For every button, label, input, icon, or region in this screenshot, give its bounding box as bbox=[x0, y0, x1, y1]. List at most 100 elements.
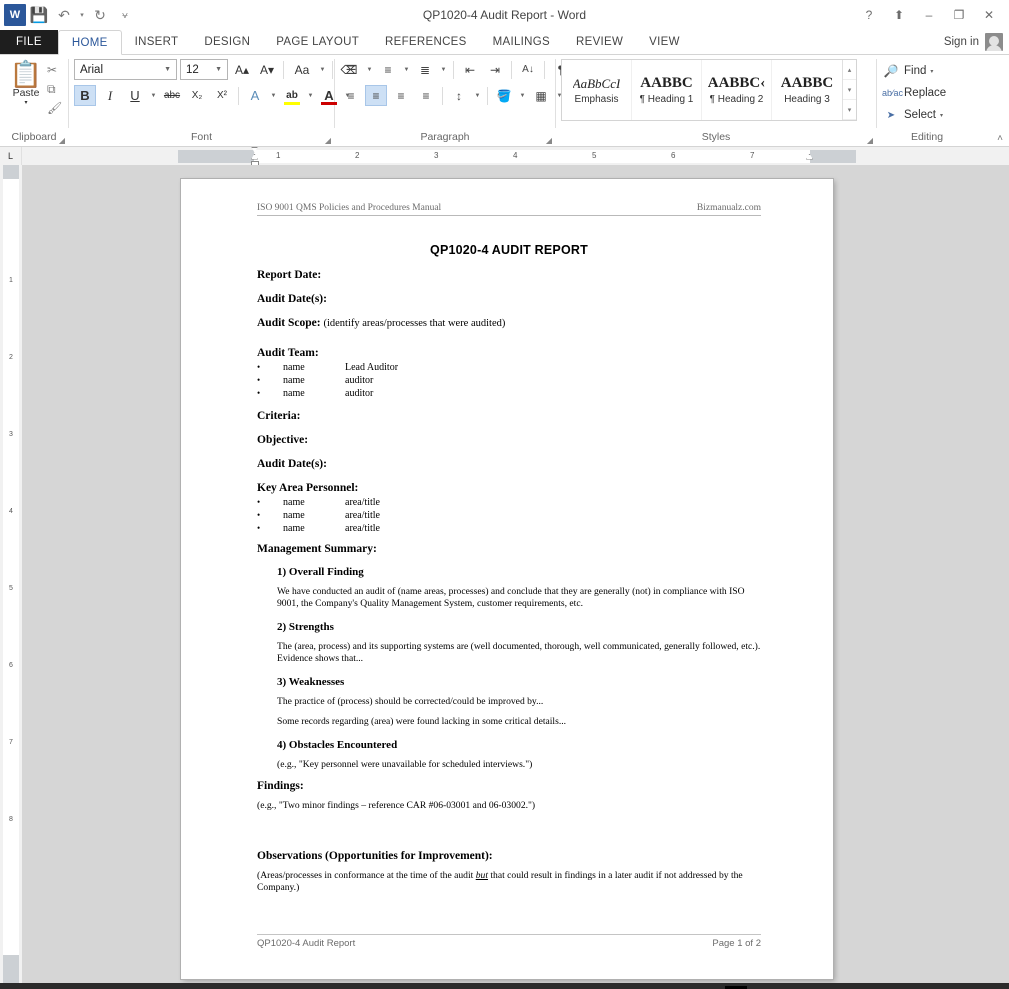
document-body[interactable]: ISO 9001 QMS Policies and Procedures Man… bbox=[181, 179, 833, 894]
font-name-input[interactable]: Arial ▼ bbox=[74, 59, 177, 80]
style-preview: AABBC bbox=[640, 75, 693, 91]
underline-button[interactable]: U bbox=[124, 85, 146, 106]
chevron-down-icon[interactable]: ▼ bbox=[212, 66, 225, 73]
field-label: Audit Scope: bbox=[257, 317, 321, 329]
scroll-down-icon[interactable]: ▾ bbox=[843, 80, 856, 100]
multilevel-list-icon[interactable]: ≣ bbox=[414, 59, 436, 80]
customize-qat-icon[interactable]: ⩝ bbox=[113, 3, 137, 27]
footer-right-text: Page 1 of 2 bbox=[712, 938, 761, 949]
format-painter-icon[interactable]: 🖌 bbox=[47, 101, 62, 117]
tab-insert[interactable]: INSERT bbox=[122, 30, 192, 54]
find-button[interactable]: 🔎 Find ▾ bbox=[882, 60, 934, 82]
ruler-tick: 2 bbox=[355, 150, 360, 160]
tab-view[interactable]: VIEW bbox=[636, 30, 693, 54]
styles-more-icon[interactable]: ▾ bbox=[843, 100, 856, 120]
divider bbox=[283, 60, 284, 79]
signin-area[interactable]: Sign in bbox=[944, 30, 1009, 54]
tab-stop-selector[interactable]: L bbox=[0, 147, 22, 165]
borders-icon[interactable]: ▦ bbox=[530, 85, 552, 106]
close-icon[interactable]: ✕ bbox=[975, 4, 1003, 26]
avatar[interactable] bbox=[985, 33, 1003, 51]
vertical-ruler[interactable]: 1 2 3 4 5 6 7 8 bbox=[0, 165, 22, 983]
tab-mailings[interactable]: MAILINGS bbox=[480, 30, 563, 54]
tab-references[interactable]: REFERENCES bbox=[372, 30, 480, 54]
horizontal-ruler[interactable]: 1 2 3 4 5 6 7 bbox=[178, 146, 856, 166]
document-page[interactable]: ISO 9001 QMS Policies and Procedures Man… bbox=[181, 179, 833, 979]
numbering-icon[interactable]: ≡ bbox=[377, 59, 399, 80]
line-spacing-icon[interactable]: ↕ bbox=[448, 85, 470, 106]
select-button[interactable]: ➤ Select ▾ bbox=[882, 104, 943, 126]
document-header: ISO 9001 QMS Policies and Procedures Man… bbox=[257, 203, 761, 216]
field-observations: Observations (Opportunities for Improvem… bbox=[257, 850, 493, 862]
undo-dropdown-icon[interactable]: ▾ bbox=[77, 3, 87, 27]
chevron-down-icon[interactable]: ▼ bbox=[306, 93, 315, 99]
font-size-input[interactable]: 12 ▼ bbox=[180, 59, 228, 80]
redo-icon[interactable]: ↻ bbox=[88, 3, 112, 27]
chevron-down-icon[interactable]: ▼ bbox=[149, 93, 158, 99]
restore-icon[interactable]: ❐ bbox=[945, 4, 973, 26]
person-name: name bbox=[283, 510, 305, 521]
chevron-down-icon[interactable]: ▼ bbox=[402, 67, 411, 73]
chevron-down-icon[interactable]: ▼ bbox=[365, 67, 374, 73]
highlight-color-icon[interactable]: ab bbox=[281, 85, 303, 106]
shading-icon[interactable]: 🪣 bbox=[493, 85, 515, 106]
tab-review[interactable]: REVIEW bbox=[563, 30, 636, 54]
collapse-ribbon-icon[interactable]: ˄ bbox=[997, 133, 1003, 144]
styles-gallery[interactable]: AaBbCcI Emphasis AABBC ¶ Heading 1 AABBC… bbox=[561, 59, 857, 121]
chevron-down-icon[interactable]: ▾ bbox=[930, 68, 933, 75]
style-item-heading-1[interactable]: AABBC ¶ Heading 1 bbox=[632, 60, 702, 120]
tab-home[interactable]: HOME bbox=[57, 30, 122, 55]
grow-font-icon[interactable]: A▴ bbox=[231, 59, 253, 80]
chevron-down-icon[interactable]: ▼ bbox=[473, 93, 482, 99]
subscript-button[interactable]: X₂ bbox=[186, 85, 208, 106]
align-right-icon[interactable]: ≡ bbox=[390, 85, 412, 106]
chevron-down-icon[interactable]: ▼ bbox=[269, 93, 278, 99]
style-item-heading-2[interactable]: AABBC‹ ¶ Heading 2 bbox=[702, 60, 772, 120]
chevron-down-icon[interactable]: ▾ bbox=[940, 112, 943, 119]
copy-icon[interactable]: ⧉ bbox=[47, 82, 62, 98]
paragraph-dialog-launcher-icon[interactable]: ◢ bbox=[546, 136, 552, 145]
align-center-icon[interactable]: ≡ bbox=[365, 85, 387, 106]
strikethrough-button[interactable]: abc bbox=[161, 85, 183, 106]
ribbon-display-options-icon[interactable]: ⬆ bbox=[885, 4, 913, 26]
chevron-down-icon[interactable]: ▼ bbox=[518, 93, 527, 99]
superscript-button[interactable]: X² bbox=[211, 85, 233, 106]
increase-indent-icon[interactable]: ⇥ bbox=[484, 59, 506, 80]
bold-button[interactable]: B bbox=[74, 85, 96, 106]
change-case-icon[interactable]: Aa bbox=[289, 59, 315, 80]
sort-icon[interactable]: A↓ bbox=[517, 59, 539, 80]
word-logo-icon[interactable]: W bbox=[4, 4, 26, 26]
tab-design[interactable]: DESIGN bbox=[191, 30, 263, 54]
text-effects-icon[interactable]: A bbox=[244, 85, 266, 106]
undo-icon[interactable]: ↶ bbox=[52, 3, 76, 27]
replace-button[interactable]: ab⁄ac Replace bbox=[882, 82, 946, 104]
chevron-down-icon[interactable]: ▼ bbox=[439, 67, 448, 73]
save-icon[interactable]: 💾 bbox=[27, 3, 51, 27]
paste-caret-icon[interactable]: ▾ bbox=[24, 99, 27, 106]
styles-dialog-launcher-icon[interactable]: ◢ bbox=[867, 136, 873, 145]
tab-file[interactable]: FILE bbox=[0, 30, 58, 54]
minimize-icon[interactable]: – bbox=[915, 4, 943, 26]
chevron-down-icon[interactable]: ▼ bbox=[161, 66, 174, 73]
style-item-heading-3[interactable]: AABBC Heading 3 bbox=[772, 60, 842, 120]
styles-gallery-scrollbar[interactable]: ▴ ▾ ▾ bbox=[842, 60, 856, 120]
style-item-emphasis[interactable]: AaBbCcI Emphasis bbox=[562, 60, 632, 120]
align-left-icon[interactable]: ≡ bbox=[340, 85, 362, 106]
paste-button[interactable]: 📋 Paste ▾ bbox=[5, 59, 47, 106]
summary-heading-4: 4) Obstacles Encountered bbox=[277, 739, 398, 751]
italic-button[interactable]: I bbox=[99, 85, 121, 106]
clipboard-dialog-launcher-icon[interactable]: ◢ bbox=[59, 136, 65, 145]
chevron-down-icon[interactable]: ▼ bbox=[318, 67, 327, 73]
tab-page-layout[interactable]: PAGE LAYOUT bbox=[263, 30, 372, 54]
bullets-icon[interactable]: ☰ bbox=[340, 59, 362, 80]
ribbon-group-editing: 🔎 Find ▾ ab⁄ac Replace ➤ Select ▾ Editin… bbox=[877, 55, 977, 146]
help-icon[interactable]: ? bbox=[855, 4, 883, 26]
font-dialog-launcher-icon[interactable]: ◢ bbox=[325, 136, 331, 145]
cut-icon[interactable]: ✂ bbox=[47, 63, 62, 79]
justify-icon[interactable]: ≡ bbox=[415, 85, 437, 106]
bullet-icon: • bbox=[257, 375, 261, 385]
scroll-area[interactable]: ISO 9001 QMS Policies and Procedures Man… bbox=[22, 165, 1009, 983]
decrease-indent-icon[interactable]: ⇤ bbox=[459, 59, 481, 80]
scroll-up-icon[interactable]: ▴ bbox=[843, 60, 856, 80]
shrink-font-icon[interactable]: A▾ bbox=[256, 59, 278, 80]
